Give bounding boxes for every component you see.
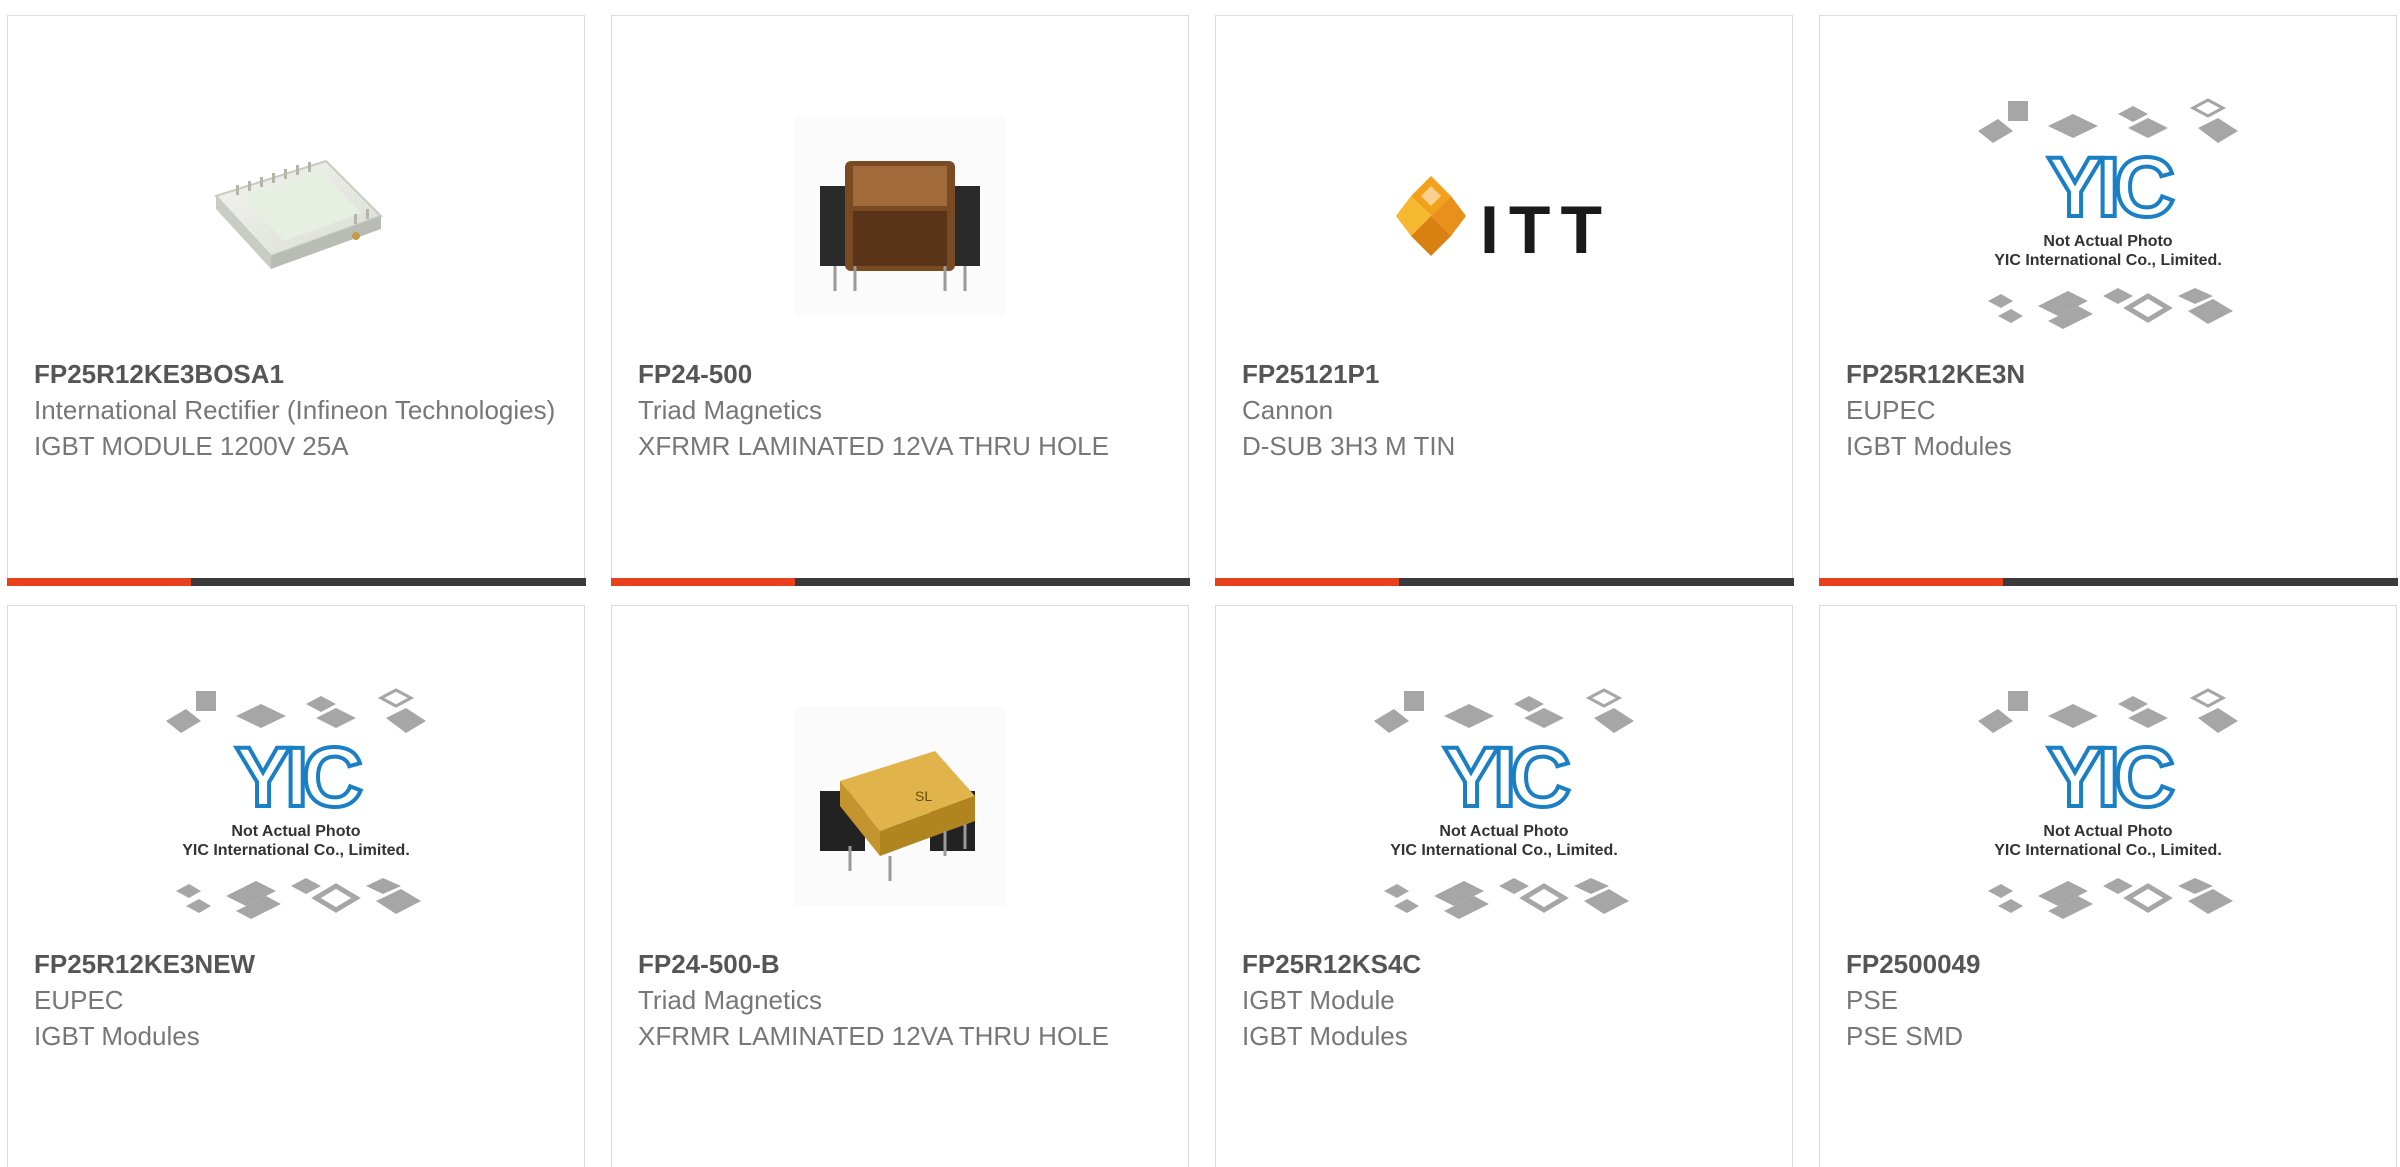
part-number[interactable]: FP25R12KS4C xyxy=(1242,946,1766,982)
card-accent-bar xyxy=(6,577,586,586)
product-card[interactable]: YIC Not Actual Photo YIC International Co.… xyxy=(1819,605,2397,1167)
transformer-photo xyxy=(795,116,1005,316)
description: XFRMR LAMINATED 12VA THRU HOLE xyxy=(638,1021,1109,1051)
part-number[interactable]: FP25R12KE3BOSA1 xyxy=(34,356,558,392)
manufacturer: PSE xyxy=(1846,985,1899,1015)
itt-logo: ITT xyxy=(1396,163,1612,269)
yic-logo: YIC xyxy=(1443,730,1569,824)
manufacturer: Triad Magnetics xyxy=(638,395,822,425)
manufacturer: Triad Magnetics xyxy=(638,985,822,1015)
product-card[interactable]: YIC Not Actual Photo YIC International Co.… xyxy=(1215,605,1793,1167)
description: XFRMR LAMINATED 12VA THRU HOLE xyxy=(638,431,1109,461)
manufacturer: Cannon xyxy=(1242,395,1334,425)
yic-logo: YIC xyxy=(2047,140,2173,234)
placeholder-company: YIC International Co., Limited. xyxy=(182,842,410,859)
placeholder-caption: Not Actual Photo xyxy=(231,823,360,840)
product-card[interactable]: ITT FP25121P1 Cannon D-SUB 3H3 M TIN xyxy=(1214,15,1794,586)
yic-logo: YIC xyxy=(235,730,361,824)
part-number[interactable]: FP24-500-B xyxy=(638,946,1162,982)
product-image[interactable]: YIC Not Actual Photo YIC International Co.… xyxy=(8,666,584,946)
description: IGBT Modules xyxy=(1846,431,2012,461)
description: IGBT MODULE 1200V 25A xyxy=(34,431,349,461)
placeholder-company: YIC International Co., Limited. xyxy=(1994,842,2222,859)
card-accent-bar xyxy=(610,577,1190,586)
product-card[interactable]: FP24-500 Triad Magnetics XFRMR LAMINATED… xyxy=(610,15,1190,586)
product-image[interactable]: YIC Not Actual Photo YIC International Co.… xyxy=(1820,76,2396,356)
yic-placeholder-graphic: YICNot Actual Photo YIC International Co.… xyxy=(1978,98,2238,329)
product-card[interactable]: SL FP24-500-B Triad Magnetics XFRMR LAMI… xyxy=(611,605,1189,1167)
description: IGBT Modules xyxy=(34,1021,200,1051)
description: D-SUB 3H3 M TIN xyxy=(1242,431,1456,461)
itt-logo-mark-icon xyxy=(1396,176,1467,256)
description: PSE SMD xyxy=(1846,1021,1964,1051)
itt-logo-text: ITT xyxy=(1480,192,1612,268)
product-image[interactable]: YIC Not Actual Photo YIC International Co.… xyxy=(1216,666,1792,946)
placeholder-company: YIC International Co., Limited. xyxy=(1994,252,2222,269)
card-accent-bar xyxy=(1214,577,1794,586)
product-image[interactable]: ITT xyxy=(1216,76,1792,356)
manufacturer: EUPEC xyxy=(1846,395,1936,425)
placeholder-caption: Not Actual Photo xyxy=(2043,233,2172,250)
description: IGBT Modules xyxy=(1242,1021,1408,1051)
part-number[interactable]: FP2500049 xyxy=(1846,946,2370,982)
product-card[interactable]: YIC Not Actual Photo YIC International Co.… xyxy=(1818,15,2398,586)
yic-placeholder: YIC Not Actual Photo YIC International Co.… xyxy=(161,686,431,926)
product-image[interactable]: YIC Not Actual Photo YIC International Co.… xyxy=(1820,666,2396,946)
product-image[interactable] xyxy=(612,76,1188,356)
yic-placeholder: YIC Not Actual Photo YIC International Co.… xyxy=(1973,96,2243,336)
yic-placeholder: YIC Not Actual Photo YIC International Co.… xyxy=(1973,686,2243,926)
card-accent-bar xyxy=(1818,577,2398,586)
yic-placeholder-graphic: YICNot Actual Photo YIC International Co.… xyxy=(1374,688,1634,919)
igbt-module-photo xyxy=(214,159,383,269)
part-number[interactable]: FP24-500 xyxy=(638,356,1162,392)
part-number[interactable]: FP25121P1 xyxy=(1242,356,1766,392)
yic-placeholder: YIC Not Actual Photo YIC International Co.… xyxy=(1369,686,1639,926)
product-card[interactable]: YIC Not Actual Photo YIC International Co.… xyxy=(7,605,585,1167)
transformer-photo: SL xyxy=(795,706,1005,906)
placeholder-caption: Not Actual Photo xyxy=(2043,823,2172,840)
product-card[interactable]: FP25R12KE3BOSA1 International Rectifier … xyxy=(6,15,586,586)
yic-placeholder-graphic: YICNot Actual Photo YIC International Co.… xyxy=(1978,688,2238,919)
svg-text:SL: SL xyxy=(915,788,932,804)
part-number[interactable]: FP25R12KE3N xyxy=(1846,356,2370,392)
placeholder-company: YIC International Co., Limited. xyxy=(1390,842,1618,859)
yic-logo: YIC xyxy=(2047,730,2173,824)
manufacturer: EUPEC xyxy=(34,985,124,1015)
product-image[interactable]: SL xyxy=(612,666,1188,946)
manufacturer: International Rectifier (Infineon Techno… xyxy=(34,395,556,425)
part-number[interactable]: FP25R12KE3NEW xyxy=(34,946,558,982)
product-image[interactable] xyxy=(8,76,584,356)
placeholder-caption: Not Actual Photo xyxy=(1439,823,1568,840)
product-grid: FP25R12KE3BOSA1 International Rectifier … xyxy=(0,0,2400,1167)
manufacturer: IGBT Module xyxy=(1242,985,1395,1015)
yic-placeholder-graphic: YICNot Actual Photo YIC International Co.… xyxy=(166,688,426,919)
